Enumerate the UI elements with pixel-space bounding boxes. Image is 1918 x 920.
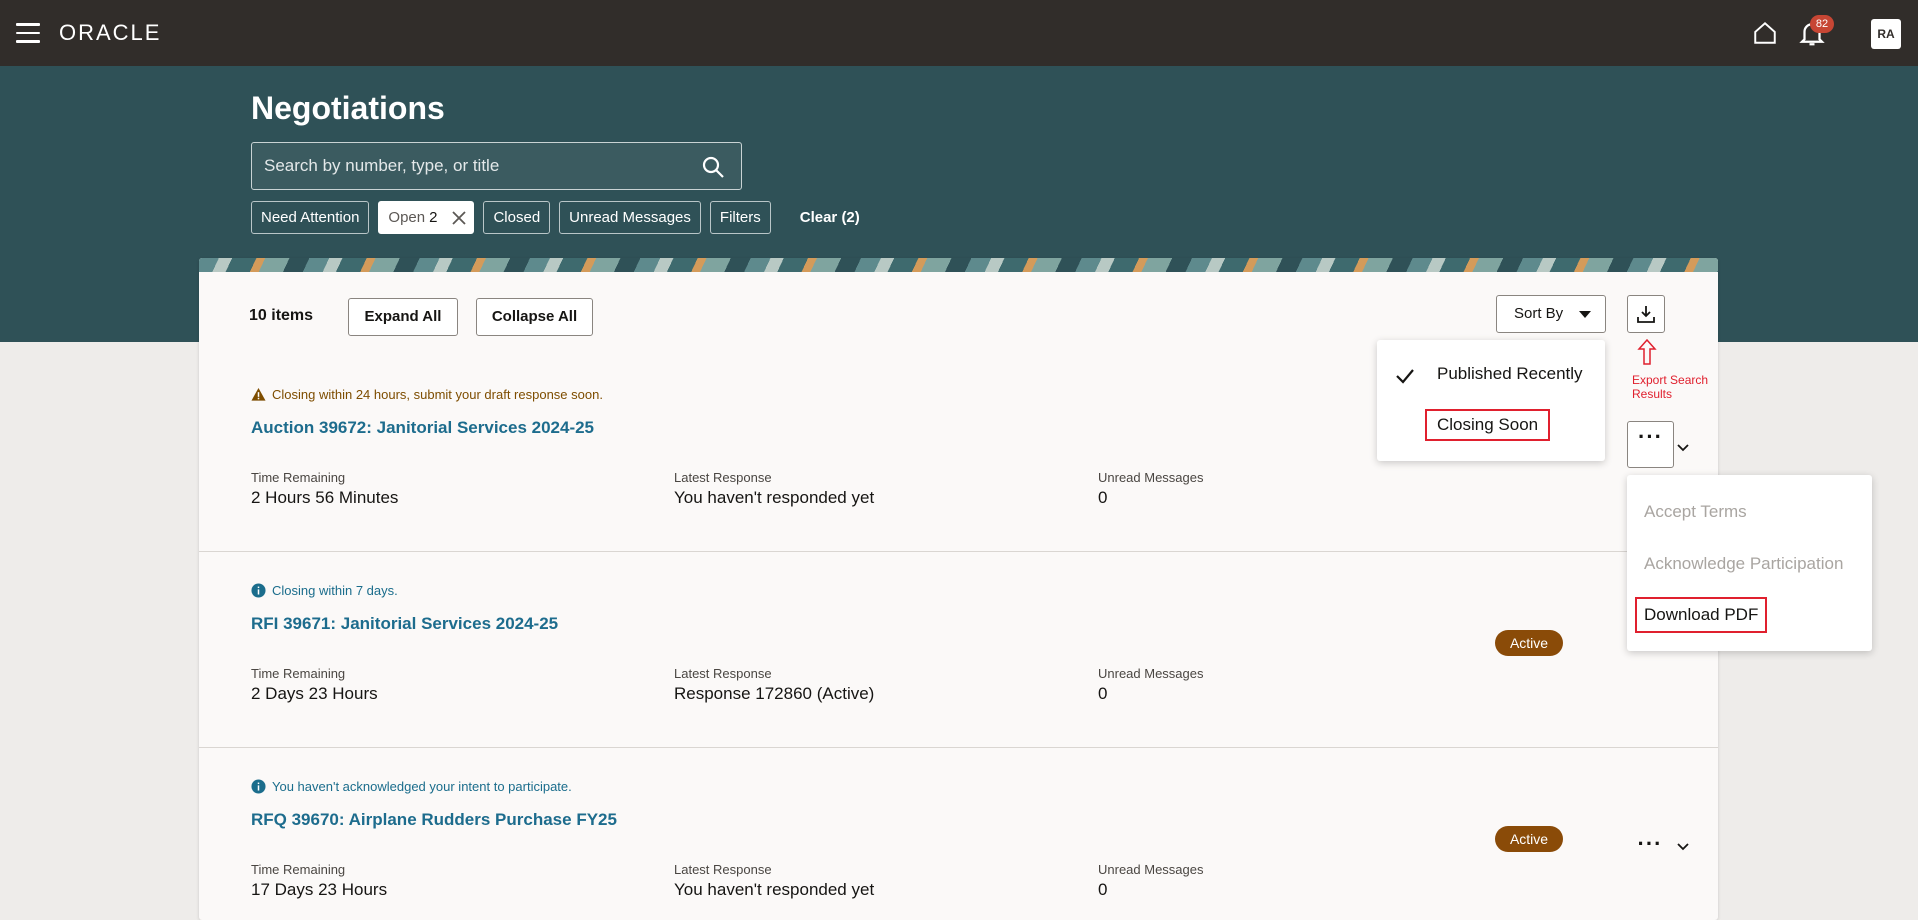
clear-filters-link[interactable]: Clear (2): [800, 201, 860, 234]
top-bar: ORACLE 82 RA: [0, 0, 1918, 66]
row-1-response-label: Latest Response: [674, 470, 772, 485]
row-1-time-value: 2 Hours 56 Minutes: [251, 488, 399, 507]
row-2-notice-text: Closing within 7 days.: [272, 583, 398, 598]
home-icon[interactable]: [1752, 20, 1778, 46]
filter-chip-open-label: Open: [388, 209, 426, 226]
row-1-notice-text: Closing within 24 hours, submit your dra…: [272, 387, 603, 402]
row-3-notice-text: You haven't acknowledged your intent to …: [272, 779, 572, 794]
annotation-export-text: Export Search Results: [1632, 373, 1709, 401]
sort-menu: Published Recently Closing Soon: [1377, 340, 1605, 461]
row-1-more-actions-button[interactable]: ···: [1627, 421, 1674, 468]
row-3-title[interactable]: RFQ 39670: Airplane Rudders Purchase FY2…: [251, 810, 617, 830]
row-1-notice: Closing within 24 hours, submit your dra…: [251, 387, 603, 402]
row-3-status-badge: Active: [1495, 826, 1563, 852]
search-box: [251, 142, 742, 190]
avatar[interactable]: RA: [1871, 19, 1901, 49]
row-3-notice: You haven't acknowledged your intent to …: [251, 779, 572, 794]
row-1-unread-label: Unread Messages: [1098, 470, 1204, 485]
row-3-more-actions-button[interactable]: ···: [1635, 829, 1665, 859]
ellipsis-icon: ···: [1638, 424, 1663, 449]
annotation-arrow-icon: [1637, 339, 1657, 365]
actions-menu: Accept Terms Acknowledge Participation D…: [1627, 475, 1872, 651]
chevron-down-icon[interactable]: [1676, 842, 1690, 852]
row-3-time-label: Time Remaining: [251, 862, 346, 877]
row-2-title[interactable]: RFI 39671: Janitorial Services 2024-25: [251, 614, 558, 634]
row-2-time-value: 2 Days 23 Hours: [251, 684, 378, 703]
info-icon: [251, 779, 266, 794]
row-2-unread-value: 0: [1098, 684, 1108, 703]
caret-down-icon: [1579, 311, 1591, 318]
row-divider: [199, 551, 1718, 552]
ellipsis-icon: ···: [1637, 831, 1663, 856]
sort-option-closing-soon[interactable]: Closing Soon: [1425, 409, 1551, 441]
collapse-all-button[interactable]: Collapse All: [476, 298, 593, 336]
filter-chip-closed[interactable]: Closed: [483, 201, 551, 234]
row-1-title[interactable]: Auction 39672: Janitorial Services 2024-…: [251, 418, 594, 438]
row-2-notice: Closing within 7 days.: [251, 583, 398, 598]
filter-chip-need-attention[interactable]: Need Attention: [251, 201, 370, 234]
row-3-unread-value: 0: [1098, 880, 1108, 899]
row-3-time-value: 17 Days 23 Hours: [251, 880, 388, 899]
row-divider: [199, 747, 1718, 748]
filter-chip-filters[interactable]: Filters: [709, 201, 771, 234]
search-icon[interactable]: [701, 155, 725, 179]
checkmark-icon: [1396, 369, 1414, 384]
filter-chips: Need Attention Open 2 Closed Unread Mess…: [251, 201, 860, 234]
menu-item-accept-terms[interactable]: Accept Terms: [1644, 502, 1747, 522]
download-icon: [1637, 306, 1655, 323]
row-2-response-value: Response 172860 (Active): [674, 684, 875, 703]
row-2-response-label: Latest Response: [674, 666, 772, 681]
page-title: Negotiations: [251, 90, 445, 126]
row-2-time-label: Time Remaining: [251, 666, 346, 681]
row-1-response-value: You haven't responded yet: [674, 488, 875, 507]
warning-icon: [251, 387, 266, 401]
decorative-banner: [199, 258, 1718, 272]
hamburger-menu-icon[interactable]: [16, 23, 40, 43]
row-3-unread-label: Unread Messages: [1098, 862, 1204, 877]
sort-option-published-recently[interactable]: Published Recently: [1437, 364, 1583, 384]
filter-chip-open-count: 2: [429, 209, 438, 226]
chevron-down-icon[interactable]: [1676, 443, 1690, 453]
info-icon: [251, 583, 266, 598]
row-2-unread-label: Unread Messages: [1098, 666, 1204, 681]
row-2-status-badge: Active: [1495, 630, 1563, 656]
notification-count-badge: 82: [1810, 15, 1834, 33]
filter-chip-open[interactable]: Open 2: [378, 201, 475, 234]
sort-by-label: Sort By: [1514, 305, 1564, 322]
menu-item-download-pdf[interactable]: Download PDF: [1635, 597, 1768, 633]
menu-item-acknowledge-participation[interactable]: Acknowledge Participation: [1644, 554, 1843, 574]
items-count: 10 items: [249, 307, 314, 324]
sort-by-button[interactable]: Sort By: [1496, 295, 1606, 333]
row-1-time-label: Time Remaining: [251, 470, 346, 485]
close-icon[interactable]: [451, 210, 467, 226]
row-3-response-label: Latest Response: [674, 862, 772, 877]
export-button[interactable]: [1627, 295, 1665, 333]
oracle-logo[interactable]: ORACLE: [59, 20, 161, 46]
row-1-unread-value: 0: [1098, 488, 1108, 507]
search-input[interactable]: [264, 143, 684, 189]
expand-all-button[interactable]: Expand All: [348, 298, 458, 336]
row-3-response-value: You haven't responded yet: [674, 880, 875, 899]
filter-chip-unread-messages[interactable]: Unread Messages: [559, 201, 701, 234]
